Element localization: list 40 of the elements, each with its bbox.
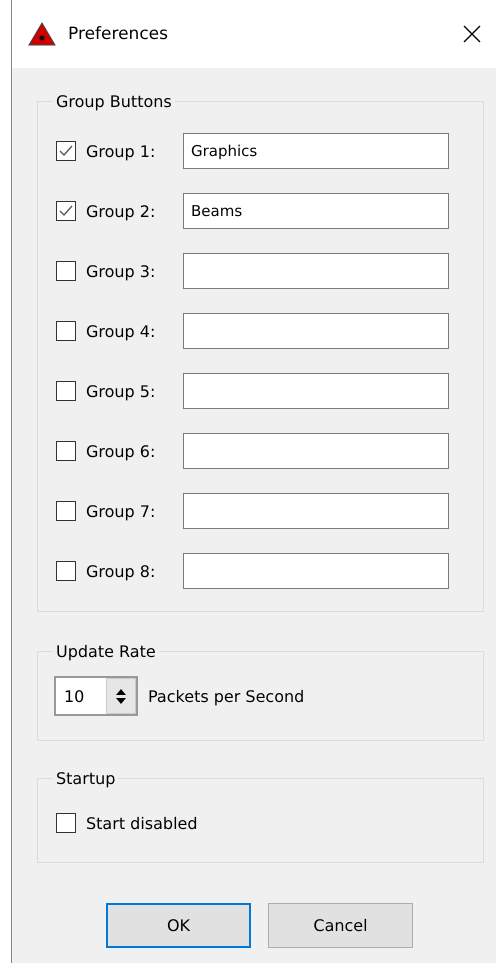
group-title: Startup <box>55 769 116 788</box>
spin-box[interactable]: 10 <box>54 676 138 716</box>
group-label: Group 7: <box>86 502 156 520</box>
checkbox[interactable] <box>56 813 76 833</box>
checkbox[interactable] <box>56 141 76 161</box>
group-label: Group 4: <box>86 322 156 340</box>
group-title: Group Buttons <box>55 92 173 111</box>
down-arrow-icon[interactable] <box>116 698 126 704</box>
input-field[interactable]: Beams <box>183 193 449 229</box>
checkbox[interactable] <box>56 321 76 341</box>
group-label: Group 6: <box>86 442 156 460</box>
checkbox[interactable] <box>56 441 76 461</box>
group-label: Group 2: <box>86 202 156 220</box>
group-label: Group 8: <box>86 562 156 580</box>
input-field[interactable] <box>183 373 449 409</box>
group-label: Group 1: <box>86 142 156 160</box>
input-field[interactable] <box>183 433 449 469</box>
input-field[interactable] <box>183 493 449 529</box>
group-title: Update Rate <box>55 642 157 661</box>
dialog-button[interactable]: Cancel <box>268 903 413 948</box>
input-field[interactable] <box>183 553 449 589</box>
group-label: Group 3: <box>86 262 156 280</box>
checkbox[interactable] <box>56 201 76 221</box>
warning-triangle-icon <box>28 22 56 46</box>
close-icon <box>462 24 482 44</box>
checkbox[interactable] <box>56 561 76 581</box>
input-field[interactable] <box>183 253 449 289</box>
checkbox-label: Start disabled <box>86 814 198 832</box>
check-icon <box>59 145 73 157</box>
input-field[interactable]: Graphics <box>183 133 449 169</box>
unit-label: Packets per Second <box>148 686 304 706</box>
up-arrow-icon[interactable] <box>116 688 126 694</box>
dialog-button[interactable]: OK <box>106 903 251 948</box>
group-label: Group 5: <box>86 382 156 400</box>
window-title: Preferences <box>68 24 169 44</box>
checkbox[interactable] <box>56 261 76 281</box>
checkbox[interactable] <box>56 381 76 401</box>
input-field[interactable] <box>183 313 449 349</box>
check-icon <box>59 205 73 217</box>
checkbox[interactable] <box>56 501 76 521</box>
